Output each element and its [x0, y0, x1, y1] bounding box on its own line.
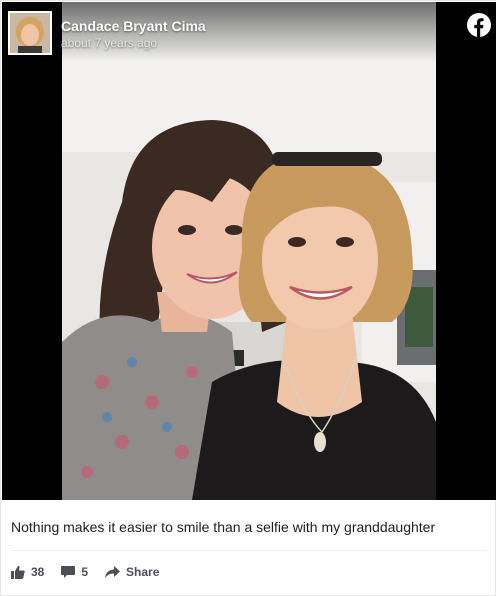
post-caption: Nothing makes it easier to smile than a …	[11, 519, 436, 535]
like-button[interactable]: 38	[11, 565, 44, 579]
like-count: 38	[31, 565, 45, 579]
share-label: Share	[126, 565, 160, 579]
comment-count: 5	[81, 565, 89, 579]
author-name[interactable]: Candace Bryant Cima	[61, 18, 206, 34]
share-arrow-icon	[105, 566, 121, 578]
author-avatar[interactable]	[8, 11, 52, 55]
embedded-post-card: Candace Bryant Cima about 7 years ago No…	[0, 0, 496, 596]
post-timestamp[interactable]: about 7 years ago	[61, 36, 157, 50]
comment-bubble-icon	[61, 565, 76, 578]
post-media[interactable]: Candace Bryant Cima about 7 years ago	[2, 2, 496, 500]
thumbs-up-icon	[11, 565, 25, 579]
facebook-logo-icon[interactable]	[467, 13, 491, 37]
post-photo[interactable]	[62, 2, 436, 500]
comment-button[interactable]: 5	[61, 565, 88, 579]
share-button[interactable]: Share	[105, 565, 159, 579]
divider	[11, 550, 487, 551]
action-bar: 38 5 Share	[11, 563, 176, 581]
selfie-image	[62, 2, 436, 500]
